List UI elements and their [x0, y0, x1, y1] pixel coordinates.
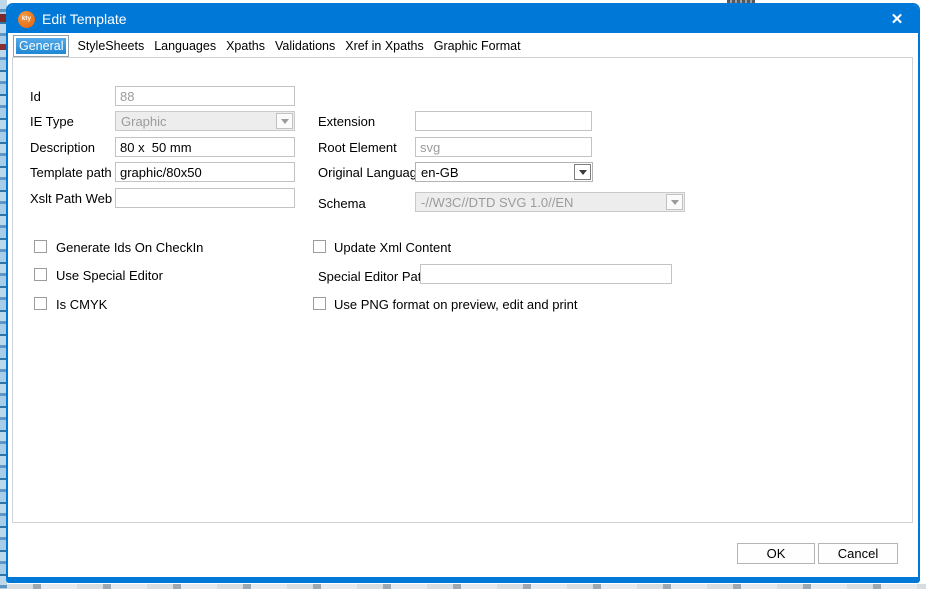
original-language-dropdown-button[interactable] [574, 164, 591, 180]
tab-xref-in-xpaths[interactable]: Xref in Xpaths [340, 36, 429, 56]
special-editor-path-field[interactable] [420, 264, 672, 284]
dialog-client-area: General StyleSheets Languages Xpaths Val… [8, 33, 918, 577]
background-window-peek-bottom [7, 584, 926, 589]
tab-general-label: General [16, 38, 66, 54]
ie-type-combobox: Graphic [115, 111, 295, 131]
use-png-checkbox[interactable] [313, 297, 326, 310]
is-cmyk-label: Is CMYK [56, 297, 107, 312]
original-language-value: en-GB [416, 165, 574, 180]
generate-ids-checkbox[interactable] [34, 240, 47, 253]
description-label: Description [30, 140, 95, 155]
id-field [115, 86, 295, 106]
use-special-editor-label: Use Special Editor [56, 268, 163, 283]
tab-validations[interactable]: Validations [270, 36, 340, 56]
tab-bar: General StyleSheets Languages Xpaths Val… [13, 35, 526, 57]
root-element-field [415, 137, 592, 157]
ie-type-value: Graphic [116, 114, 276, 129]
ie-type-dropdown-button [276, 113, 293, 129]
xslt-path-web-label: Xslt Path Web [30, 191, 112, 206]
original-language-combobox[interactable]: en-GB [415, 162, 593, 182]
close-icon[interactable]: ✕ [886, 10, 908, 28]
template-path-label: Template path [30, 165, 112, 180]
generate-ids-label: Generate Ids On CheckIn [56, 240, 203, 255]
schema-combobox: -//W3C//DTD SVG 1.0//EN [415, 192, 685, 212]
tab-xpaths[interactable]: Xpaths [221, 36, 270, 56]
root-element-label: Root Element [318, 140, 397, 155]
extension-field[interactable] [415, 111, 592, 131]
update-xml-checkbox[interactable] [313, 240, 326, 253]
tab-stylesheets[interactable]: StyleSheets [72, 36, 149, 56]
use-png-label: Use PNG format on preview, edit and prin… [334, 297, 578, 312]
ok-button[interactable]: OK [737, 543, 815, 564]
tab-languages[interactable]: Languages [149, 36, 221, 56]
extension-label: Extension [318, 114, 375, 129]
app-logo-icon: kty [18, 11, 35, 28]
description-field[interactable] [115, 137, 295, 157]
use-special-editor-checkbox[interactable] [34, 268, 47, 281]
titlebar[interactable]: kty Edit Template ✕ [8, 5, 918, 33]
ie-type-label: IE Type [30, 114, 74, 129]
chevron-down-icon [579, 170, 587, 175]
xslt-path-web-field[interactable] [115, 188, 295, 208]
schema-label: Schema [318, 196, 366, 211]
window-title: Edit Template [42, 11, 127, 27]
tab-graphic-format[interactable]: Graphic Format [429, 36, 526, 56]
cancel-button[interactable]: Cancel [818, 543, 898, 564]
schema-value: -//W3C//DTD SVG 1.0//EN [416, 195, 666, 210]
special-editor-path-label: Special Editor Path [318, 269, 429, 284]
schema-dropdown-button [666, 194, 683, 210]
id-label: Id [30, 89, 41, 104]
chevron-down-icon [281, 119, 289, 124]
chevron-down-icon [671, 200, 679, 205]
tab-general[interactable]: General [13, 35, 69, 57]
original-language-label: Original Language [318, 165, 424, 180]
template-path-field[interactable] [115, 162, 295, 182]
edit-template-dialog: kty Edit Template ✕ General StyleSheets … [6, 3, 920, 583]
is-cmyk-checkbox[interactable] [34, 297, 47, 310]
update-xml-label: Update Xml Content [334, 240, 451, 255]
